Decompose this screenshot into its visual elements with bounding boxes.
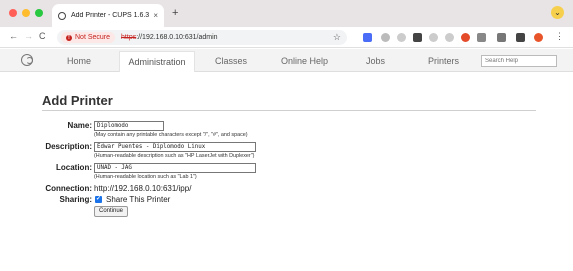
browser-tab-strip: Add Printer - CUPS 1.6.3 × + ⌄ [0, 0, 573, 27]
forward-arrow-icon[interactable]: → [24, 31, 33, 41]
extension-dark-icon[interactable] [413, 33, 422, 42]
continue-button[interactable]: Continue [94, 206, 129, 217]
browser-toolbar: ← → C ! Not Secure https://192.168.0.10:… [0, 27, 573, 48]
share-printer-checkbox[interactable]: ✓ [95, 196, 102, 203]
extension-icon[interactable] [397, 33, 406, 42]
tab-administration[interactable]: Administration [119, 51, 195, 72]
extension-icon[interactable] [445, 33, 454, 42]
description-label: Description: [45, 142, 92, 151]
browser-tab[interactable]: Add Printer - CUPS 1.6.3 × [52, 4, 164, 27]
name-hint: (May contain any printable characters ex… [94, 132, 248, 138]
page-title: Add Printer [42, 93, 113, 108]
location-field[interactable]: UNAD - JAG [94, 163, 256, 173]
reading-list-icon[interactable] [497, 33, 506, 42]
tab-printers[interactable]: Printers [428, 56, 464, 72]
extension-icon[interactable] [477, 33, 486, 42]
window-zoom-button[interactable] [35, 9, 43, 17]
back-arrow-icon[interactable]: ← [9, 31, 18, 41]
cups-logo-icon[interactable] [21, 54, 33, 66]
sharing-label: Sharing: [59, 195, 92, 204]
tab-close-icon[interactable]: × [153, 11, 158, 20]
connection-value: http://192.168.0.10:631/ipp/ [94, 184, 192, 193]
extension-blue-icon[interactable] [363, 33, 372, 42]
new-tab-button[interactable]: + [172, 7, 178, 19]
side-panel-icon[interactable] [516, 33, 525, 42]
connection-label: Connection: [45, 184, 92, 193]
reload-icon[interactable]: C [39, 31, 46, 41]
url-text: https://192.168.0.10:631/admin [121, 34, 218, 41]
share-printer-label[interactable]: Share This Printer [106, 195, 170, 204]
tab-jobs[interactable]: Jobs [366, 56, 390, 72]
window-close-button[interactable] [9, 9, 17, 17]
extension-icon[interactable] [429, 33, 438, 42]
tab-search-chevron-icon[interactable]: ⌄ [551, 6, 564, 19]
tab-online-help[interactable]: Online Help [281, 56, 337, 72]
location-label: Location: [56, 163, 92, 172]
description-hint: (Human-readable description such as "HP … [94, 153, 255, 159]
title-divider [42, 110, 536, 111]
extension-icon[interactable] [381, 33, 390, 42]
search-help-input[interactable] [481, 55, 557, 67]
name-label: Name: [67, 121, 92, 130]
cups-favicon-icon [58, 11, 66, 20]
browser-menu-icon[interactable]: ⋮ [555, 31, 564, 42]
not-secure-badge[interactable]: ! Not Secure [61, 32, 116, 43]
address-bar[interactable]: ! Not Secure https://192.168.0.10:631/ad… [57, 30, 347, 45]
extension-red-icon[interactable] [461, 33, 470, 42]
window-minimize-button[interactable] [22, 9, 30, 17]
name-field[interactable]: Diplomodo [94, 121, 164, 131]
profile-avatar-icon[interactable] [534, 33, 543, 42]
tab-title: Add Printer - CUPS 1.6.3 [71, 12, 150, 19]
warning-icon: ! [66, 34, 72, 41]
description-field[interactable]: Edwar Puentes - Diplomodo Linux [94, 142, 256, 152]
location-hint: (Human-readable location such as "Lab 1"… [94, 174, 197, 180]
tab-home[interactable]: Home [67, 56, 107, 72]
bookmark-star-icon[interactable]: ☆ [333, 32, 341, 43]
tab-classes[interactable]: Classes [215, 56, 255, 72]
